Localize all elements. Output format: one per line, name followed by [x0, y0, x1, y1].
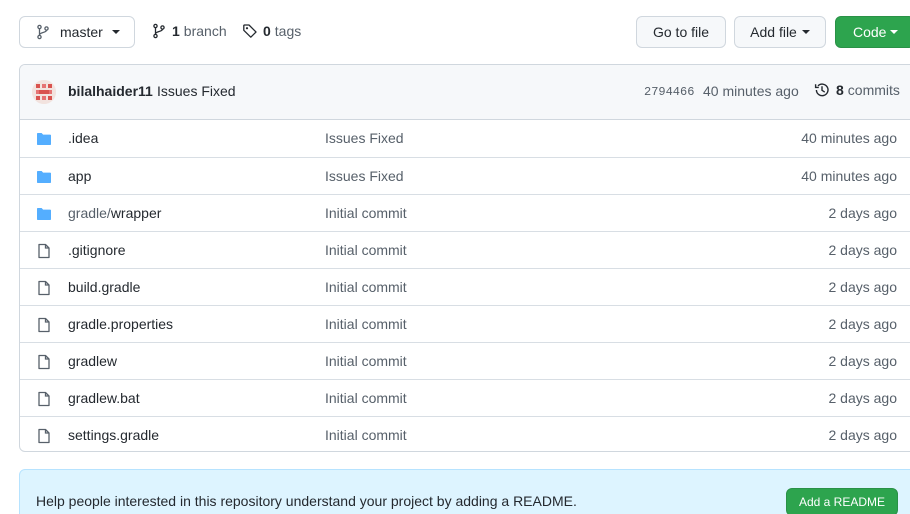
file-icon	[36, 280, 52, 296]
add-file-label: Add file	[750, 24, 797, 40]
file-commit-message-link[interactable]: Issues Fixed	[325, 168, 404, 184]
file-row[interactable]: .idea Issues Fixed 40 minutes ago	[20, 120, 910, 157]
file-commit-age: 2 days ago	[828, 390, 898, 406]
file-commit-message-link[interactable]: Initial commit	[325, 427, 407, 443]
readme-banner: Help people interested in this repositor…	[19, 469, 910, 514]
file-name-prefix: gradle/	[68, 205, 111, 221]
tag-icon	[243, 24, 257, 38]
file-icon	[36, 391, 52, 407]
file-icon	[36, 428, 52, 444]
file-icon	[36, 243, 52, 259]
file-rows: .idea Issues Fixed 40 minutes ago app Issues…	[20, 120, 910, 451]
file-commit-message-link[interactable]: Initial commit	[325, 279, 407, 295]
tag-count-label: tags	[274, 23, 302, 39]
file-commit-age: 40 minutes ago	[801, 130, 897, 146]
file-commit-message-link[interactable]: Initial commit	[325, 205, 407, 221]
tag-count: 0	[263, 23, 271, 39]
file-name: build.gradle	[68, 279, 141, 295]
file-list-box: bilalhaider11 Issues Fixed 2794466 40 mi…	[19, 64, 910, 452]
file-row[interactable]: settings.gradle Initial commit 2 days ago	[20, 416, 910, 451]
file-name-link[interactable]: app	[68, 168, 91, 184]
file-icon	[36, 317, 52, 333]
folder-icon	[36, 206, 52, 222]
file-commit-age: 2 days ago	[828, 427, 898, 443]
file-commit-message-link[interactable]: Initial commit	[325, 316, 407, 332]
chevron-down-icon	[111, 30, 120, 34]
file-row[interactable]: gradle/wrapper Initial commit 2 days ago	[20, 194, 910, 231]
file-commit-message-link[interactable]: Initial commit	[325, 353, 407, 369]
file-row[interactable]: gradlew Initial commit 2 days ago	[20, 342, 910, 379]
commit-message-link[interactable]: Issues Fixed	[157, 83, 236, 99]
file-row[interactable]: .gitignore Initial commit 2 days ago	[20, 231, 910, 268]
file-name: settings.gradle	[68, 427, 160, 443]
file-row[interactable]: gradlew.bat Initial commit 2 days ago	[20, 379, 910, 416]
file-name-link[interactable]: build.gradle	[68, 279, 140, 295]
file-commit-age: 2 days ago	[828, 279, 898, 295]
file-commit-message-link[interactable]: Issues Fixed	[325, 130, 404, 146]
file-commit-message-link[interactable]: Initial commit	[325, 390, 407, 406]
add-readme-button[interactable]: Add a README	[786, 488, 898, 514]
file-name: .idea	[68, 130, 99, 146]
commit-sha-link[interactable]: 2794466	[644, 85, 694, 99]
file-commit-age: 40 minutes ago	[801, 168, 897, 184]
tags-link[interactable]: 0 tags	[242, 23, 301, 39]
folder-icon	[36, 131, 52, 147]
file-name-link[interactable]: .gitignore	[68, 242, 126, 258]
code-button[interactable]: Code	[835, 16, 910, 48]
branch-count-label: branch	[183, 23, 227, 39]
file-name: app	[68, 168, 92, 184]
latest-commit-bar: bilalhaider11 Issues Fixed 2794466 40 mi…	[20, 65, 910, 120]
file-name-link[interactable]: gradle.properties	[68, 316, 173, 332]
file-name: gradle.properties	[68, 316, 174, 332]
file-name: gradlew.bat	[68, 390, 140, 406]
branch-selector-button[interactable]: master	[19, 16, 135, 48]
branch-selector-label: master	[60, 24, 103, 40]
file-name: wrapper	[110, 205, 162, 221]
file-commit-age: 2 days ago	[828, 316, 898, 332]
file-row[interactable]: gradle.properties Initial commit 2 days ag…	[20, 305, 910, 342]
avatar[interactable]	[32, 80, 56, 104]
history-icon	[814, 83, 829, 97]
file-name-link[interactable]: gradle/wrapper	[68, 205, 161, 221]
branch-count: 1	[172, 23, 180, 39]
file-row[interactable]: build.gradle Initial commit 2 days ago	[20, 268, 910, 305]
git-branch-icon	[37, 24, 49, 40]
commit-author-link[interactable]: bilalhaider11	[68, 83, 153, 99]
commit-count-label: commits	[847, 82, 900, 98]
commits-history-link[interactable]: 8 commits	[814, 82, 900, 98]
identicon-icon	[32, 80, 56, 104]
chevron-down-icon	[890, 30, 899, 34]
file-commit-message-link[interactable]: Initial commit	[325, 242, 407, 258]
git-branch-icon	[153, 23, 165, 39]
file-commit-age: 2 days ago	[828, 353, 898, 369]
repo-toolbar: master 1 branch 0 tags Go to file Add fi…	[0, 0, 910, 64]
go-to-file-label: Go to file	[652, 24, 710, 40]
file-commit-age: 2 days ago	[828, 242, 898, 258]
chevron-down-icon	[801, 30, 810, 34]
file-name-link[interactable]: gradlew.bat	[68, 390, 140, 406]
file-commit-age: 2 days ago	[828, 205, 898, 221]
add-readme-label: Add a README	[798, 495, 886, 509]
readme-banner-text: Help people interested in this repositor…	[36, 493, 577, 509]
file-name-link[interactable]: .idea	[68, 130, 98, 146]
file-row[interactable]: app Issues Fixed 40 minutes ago	[20, 157, 910, 194]
folder-icon	[36, 169, 52, 185]
go-to-file-button[interactable]: Go to file	[636, 16, 726, 48]
file-name: .gitignore	[68, 242, 126, 258]
commit-time: 40 minutes ago	[703, 83, 799, 99]
file-icon	[36, 354, 52, 370]
code-label: Code	[853, 24, 887, 40]
file-name: gradlew	[68, 353, 118, 369]
file-name-link[interactable]: gradlew	[68, 353, 117, 369]
commit-count: 8	[836, 82, 844, 98]
branches-link[interactable]: 1 branch	[151, 23, 227, 39]
add-file-button[interactable]: Add file	[734, 16, 826, 48]
file-name-link[interactable]: settings.gradle	[68, 427, 159, 443]
